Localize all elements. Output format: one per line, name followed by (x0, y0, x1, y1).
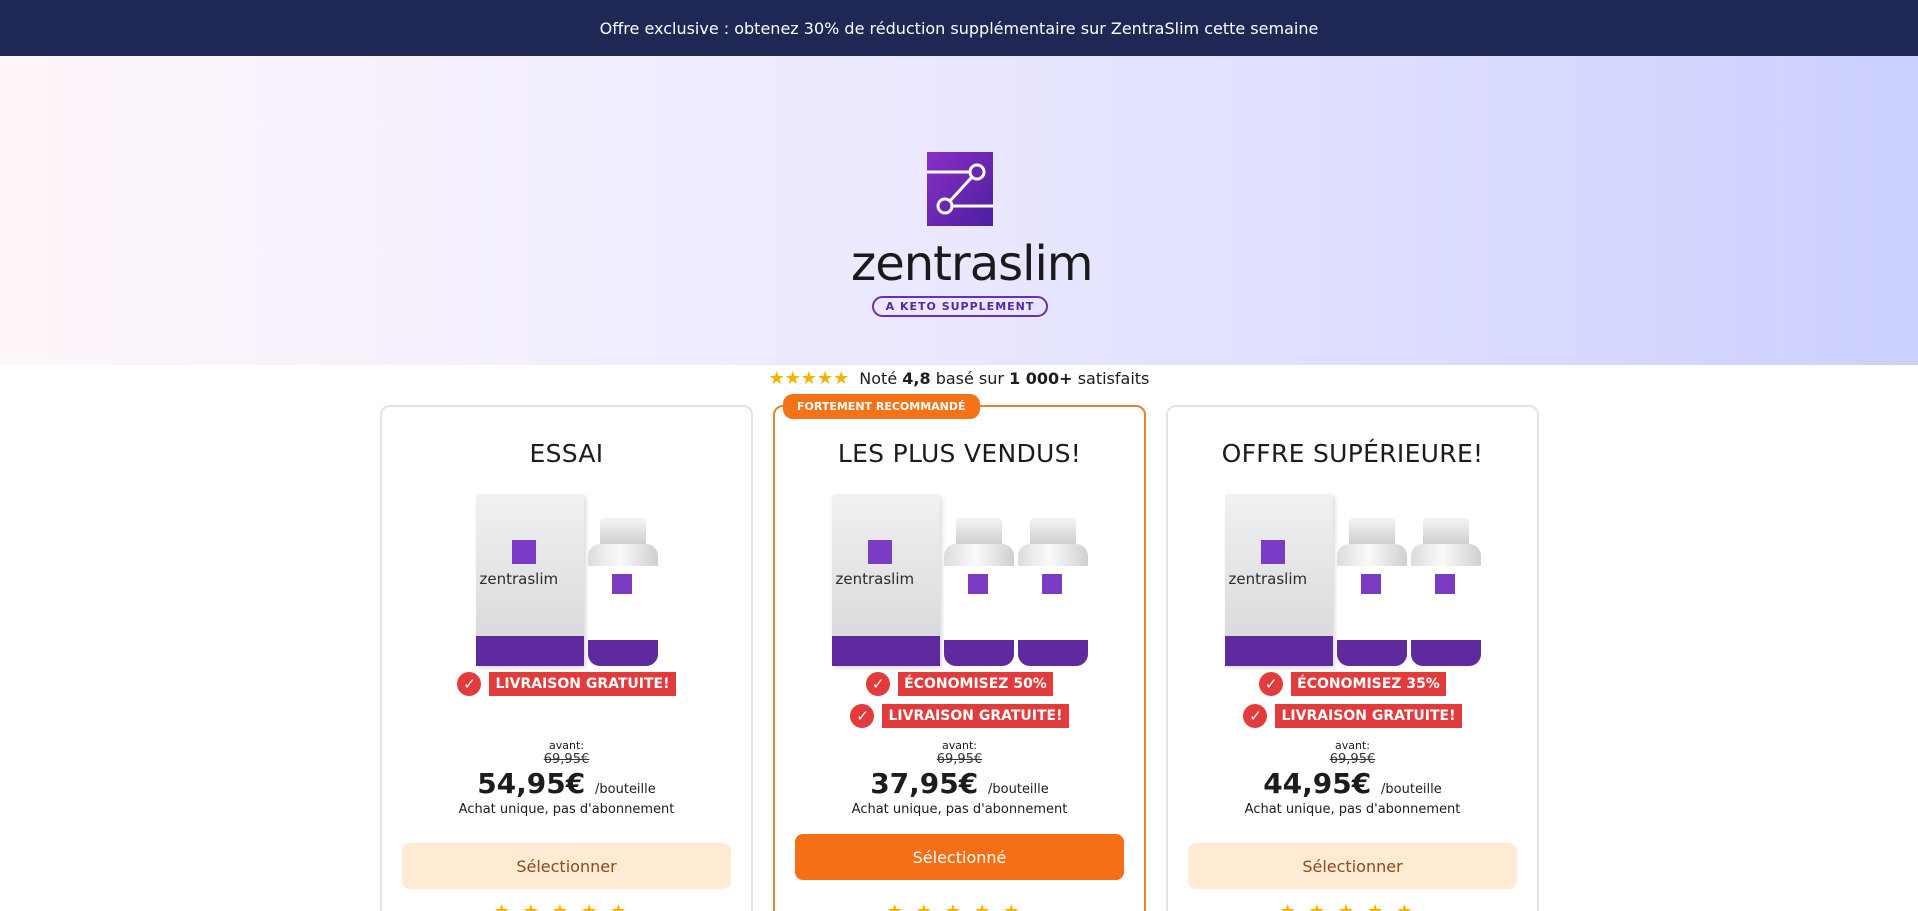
product-image: zentraslim (775, 476, 1144, 666)
perk-label: ÉCONOMISEZ 35% (1291, 672, 1446, 696)
product-bottle (943, 518, 1014, 666)
recommended-badge: FORTEMENT RECOMMANDÉ (783, 394, 980, 419)
plan-note: Achat unique, pas d'abonnement (1244, 802, 1461, 817)
price-block: avant: 69,95€ 54,95€ /bouteille Achat un… (382, 739, 751, 817)
perk-item: ✓ ÉCONOMISEZ 35% (1168, 672, 1537, 696)
before-label: avant: (549, 739, 584, 752)
review-stars-icon: ★★★★★ (775, 901, 1144, 911)
brand-tagline: A KETO SUPPLEMENT (871, 296, 1049, 317)
perk-label: LIVRAISON GRATUITE! (1275, 704, 1462, 728)
perk-label: LIVRAISON GRATUITE! (882, 704, 1069, 728)
select-button[interactable]: Sélectionner (1188, 843, 1517, 889)
plan-title: ESSAI (529, 439, 604, 468)
check-icon: ✓ (457, 672, 482, 696)
product-box: zentraslim (475, 494, 584, 666)
before-label: avant: (942, 739, 977, 752)
perk-item: ✓ LIVRAISON GRATUITE! (382, 672, 751, 696)
selected-button[interactable]: Sélectionné (795, 834, 1124, 880)
plan-title: LES PLUS VENDUS! (837, 439, 1082, 468)
hero-header: zentraslim A KETO SUPPLEMENT ★★★★★ Noté … (0, 56, 1918, 389)
product-image: zentraslim (1168, 476, 1537, 666)
check-icon: ✓ (850, 704, 875, 728)
plan-card-bestseller[interactable]: FORTEMENT RECOMMANDÉ LES PLUS VENDUS! ze… (773, 394, 1146, 911)
current-price: 44,95€ /bouteille (1168, 767, 1537, 800)
plan-note: Achat unique, pas d'abonnement (458, 802, 675, 817)
plan-card-trial[interactable]: ESSAI zentraslim ✓ LIVRAISON GRATUITE! a… (380, 405, 753, 911)
product-bottle (1336, 518, 1407, 666)
product-bottle (1017, 518, 1088, 666)
rating-prefix: Noté (859, 369, 898, 388)
current-price: 54,95€ /bouteille (382, 767, 751, 800)
perk-item: ✓ ÉCONOMISEZ 50% (775, 672, 1144, 696)
plan-card-premium[interactable]: OFFRE SUPÉRIEURE! zentraslim ✓ ÉCONOMISE… (1166, 405, 1539, 911)
rating-middle: basé sur (935, 369, 1004, 388)
price-value: 54,95€ (477, 767, 586, 800)
perk-item: ✓ LIVRAISON GRATUITE! (1168, 704, 1537, 728)
price-value: 44,95€ (1263, 767, 1372, 800)
plan-title: OFFRE SUPÉRIEURE! (1221, 439, 1484, 468)
old-price: 69,95€ (1329, 752, 1376, 767)
product-image: zentraslim (382, 476, 751, 666)
current-price: 37,95€ /bouteille (775, 767, 1144, 800)
product-bottle (1410, 518, 1481, 666)
price-unit: /bouteille (595, 782, 656, 797)
product-box: zentraslim (831, 494, 940, 666)
brand-logo[interactable]: zentraslim A KETO SUPPLEMENT (851, 152, 1094, 317)
old-price: 69,95€ (543, 752, 590, 767)
rating-suffix: satisfaits (1077, 369, 1150, 388)
price-value: 37,95€ (870, 767, 979, 800)
price-unit: /bouteille (988, 782, 1049, 797)
price-block: avant: 69,95€ 37,95€ /bouteille Achat un… (775, 739, 1144, 817)
rating-summary: ★★★★★ Noté 4,8 basé sur 1 000+ satisfait… (0, 368, 1918, 389)
rating-text: Noté 4,8 basé sur 1 000+ satisfaits (859, 369, 1149, 388)
select-button[interactable]: Sélectionner (402, 843, 731, 889)
review-stars-icon: ★★★★★ (1168, 901, 1537, 911)
logo-mark-icon (927, 152, 993, 226)
perk-item: ✓ LIVRAISON GRATUITE! (775, 704, 1144, 728)
perk-label: LIVRAISON GRATUITE! (489, 672, 676, 696)
price-unit: /bouteille (1381, 782, 1442, 797)
price-block: avant: 69,95€ 44,95€ /bouteille Achat un… (1168, 739, 1537, 817)
rating-score: 4,8 (902, 369, 931, 388)
check-icon: ✓ (1243, 704, 1268, 728)
before-label: avant: (1335, 739, 1370, 752)
perk-label: ÉCONOMISEZ 50% (898, 672, 1053, 696)
check-icon: ✓ (1259, 672, 1284, 696)
review-stars-icon: ★★★★★ (382, 901, 751, 911)
promo-text: Offre exclusive : obtenez 30% de réducti… (599, 18, 1319, 38)
check-icon: ✓ (866, 672, 891, 696)
brand-name: zentraslim (851, 236, 1094, 292)
product-bottle (587, 518, 658, 666)
plan-note: Achat unique, pas d'abonnement (851, 802, 1068, 817)
rating-stars-icon: ★★★★★ (768, 368, 850, 389)
product-box: zentraslim (1224, 494, 1333, 666)
promo-bar: Offre exclusive : obtenez 30% de réducti… (0, 0, 1918, 56)
rating-count: 1 000+ (1009, 369, 1073, 388)
old-price: 69,95€ (936, 752, 983, 767)
